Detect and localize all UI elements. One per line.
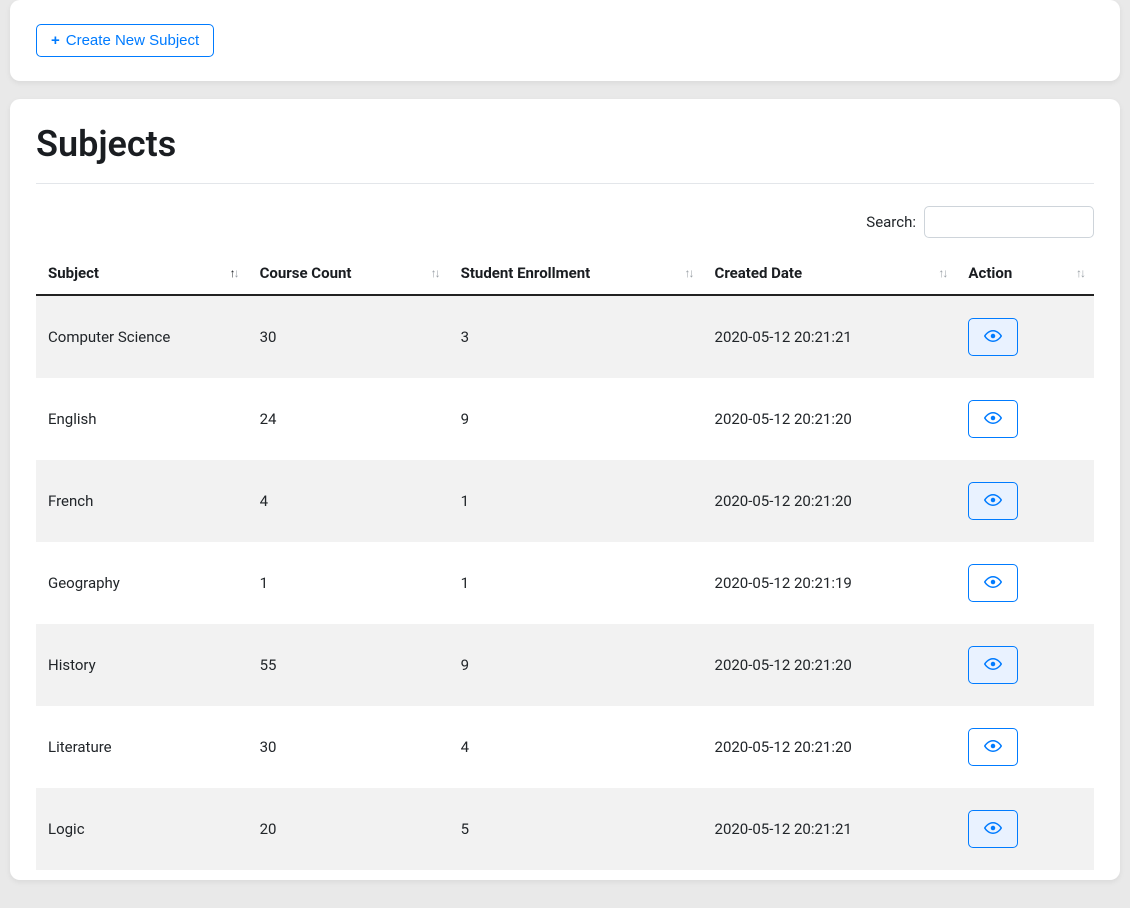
cell-subject: Literature xyxy=(36,706,248,788)
view-button[interactable] xyxy=(968,318,1018,356)
subjects-table: Subject ↑↓ Course Count ↑↓ Student Enrol… xyxy=(36,252,1094,870)
table-row: Computer Science3032020-05-12 20:21:21 xyxy=(36,295,1094,378)
search-input[interactable] xyxy=(924,206,1094,238)
cell-created-date: 2020-05-12 20:21:21 xyxy=(703,295,957,378)
create-new-subject-label: Create New Subject xyxy=(66,32,199,49)
view-button[interactable] xyxy=(968,646,1018,684)
sort-icon: ↑↓ xyxy=(431,266,439,280)
cell-created-date: 2020-05-12 20:21:19 xyxy=(703,542,957,624)
cell-course-count: 24 xyxy=(248,378,449,460)
col-created-date[interactable]: Created Date ↑↓ xyxy=(703,252,957,295)
cell-action xyxy=(956,788,1094,870)
col-student-enrollment[interactable]: Student Enrollment ↑↓ xyxy=(449,252,703,295)
sort-icon: ↑↓ xyxy=(230,266,238,280)
col-subject[interactable]: Subject ↑↓ xyxy=(36,252,248,295)
cell-student-enrollment: 5 xyxy=(449,788,703,870)
cell-student-enrollment: 4 xyxy=(449,706,703,788)
cell-created-date: 2020-05-12 20:21:21 xyxy=(703,788,957,870)
eye-icon xyxy=(984,737,1002,758)
sort-icon: ↑↓ xyxy=(685,266,693,280)
sort-icon: ↑↓ xyxy=(938,266,946,280)
eye-icon xyxy=(984,655,1002,676)
eye-icon xyxy=(984,573,1002,594)
cell-action xyxy=(956,542,1094,624)
eye-icon xyxy=(984,409,1002,430)
cell-subject: Geography xyxy=(36,542,248,624)
toolbar-card: + Create New Subject xyxy=(10,0,1120,81)
cell-subject: English xyxy=(36,378,248,460)
sort-icon: ↑↓ xyxy=(1076,266,1084,280)
cell-student-enrollment: 9 xyxy=(449,624,703,706)
cell-course-count: 30 xyxy=(248,295,449,378)
cell-action xyxy=(956,378,1094,460)
cell-course-count: 55 xyxy=(248,624,449,706)
table-row: History5592020-05-12 20:21:20 xyxy=(36,624,1094,706)
view-button[interactable] xyxy=(968,728,1018,766)
create-new-subject-button[interactable]: + Create New Subject xyxy=(36,24,214,57)
table-header-row: Subject ↑↓ Course Count ↑↓ Student Enrol… xyxy=(36,252,1094,295)
cell-subject: Computer Science xyxy=(36,295,248,378)
cell-course-count: 30 xyxy=(248,706,449,788)
cell-subject: French xyxy=(36,460,248,542)
view-button[interactable] xyxy=(968,482,1018,520)
table-row: English2492020-05-12 20:21:20 xyxy=(36,378,1094,460)
cell-action xyxy=(956,706,1094,788)
cell-created-date: 2020-05-12 20:21:20 xyxy=(703,460,957,542)
eye-icon xyxy=(984,327,1002,348)
eye-icon xyxy=(984,819,1002,840)
cell-action xyxy=(956,460,1094,542)
cell-course-count: 20 xyxy=(248,788,449,870)
cell-course-count: 4 xyxy=(248,460,449,542)
table-row: French412020-05-12 20:21:20 xyxy=(36,460,1094,542)
cell-action xyxy=(956,624,1094,706)
table-row: Logic2052020-05-12 20:21:21 xyxy=(36,788,1094,870)
cell-action xyxy=(956,295,1094,378)
cell-course-count: 1 xyxy=(248,542,449,624)
cell-student-enrollment: 1 xyxy=(449,542,703,624)
eye-icon xyxy=(984,491,1002,512)
cell-student-enrollment: 1 xyxy=(449,460,703,542)
cell-student-enrollment: 3 xyxy=(449,295,703,378)
search-label: Search: xyxy=(866,213,916,231)
main-card: Subjects Search: Subject ↑↓ Course Count… xyxy=(10,99,1120,880)
cell-subject: Logic xyxy=(36,788,248,870)
view-button[interactable] xyxy=(968,564,1018,602)
cell-created-date: 2020-05-12 20:21:20 xyxy=(703,624,957,706)
table-row: Geography112020-05-12 20:21:19 xyxy=(36,542,1094,624)
table-body: Computer Science3032020-05-12 20:21:21En… xyxy=(36,295,1094,870)
col-course-count[interactable]: Course Count ↑↓ xyxy=(248,252,449,295)
view-button[interactable] xyxy=(968,810,1018,848)
cell-created-date: 2020-05-12 20:21:20 xyxy=(703,378,957,460)
divider xyxy=(36,183,1094,184)
search-row: Search: xyxy=(36,206,1094,238)
cell-created-date: 2020-05-12 20:21:20 xyxy=(703,706,957,788)
plus-icon: + xyxy=(51,33,60,48)
view-button[interactable] xyxy=(968,400,1018,438)
page-title: Subjects xyxy=(36,123,1094,165)
col-action[interactable]: Action ↑↓ xyxy=(956,252,1094,295)
table-row: Literature3042020-05-12 20:21:20 xyxy=(36,706,1094,788)
cell-student-enrollment: 9 xyxy=(449,378,703,460)
cell-subject: History xyxy=(36,624,248,706)
